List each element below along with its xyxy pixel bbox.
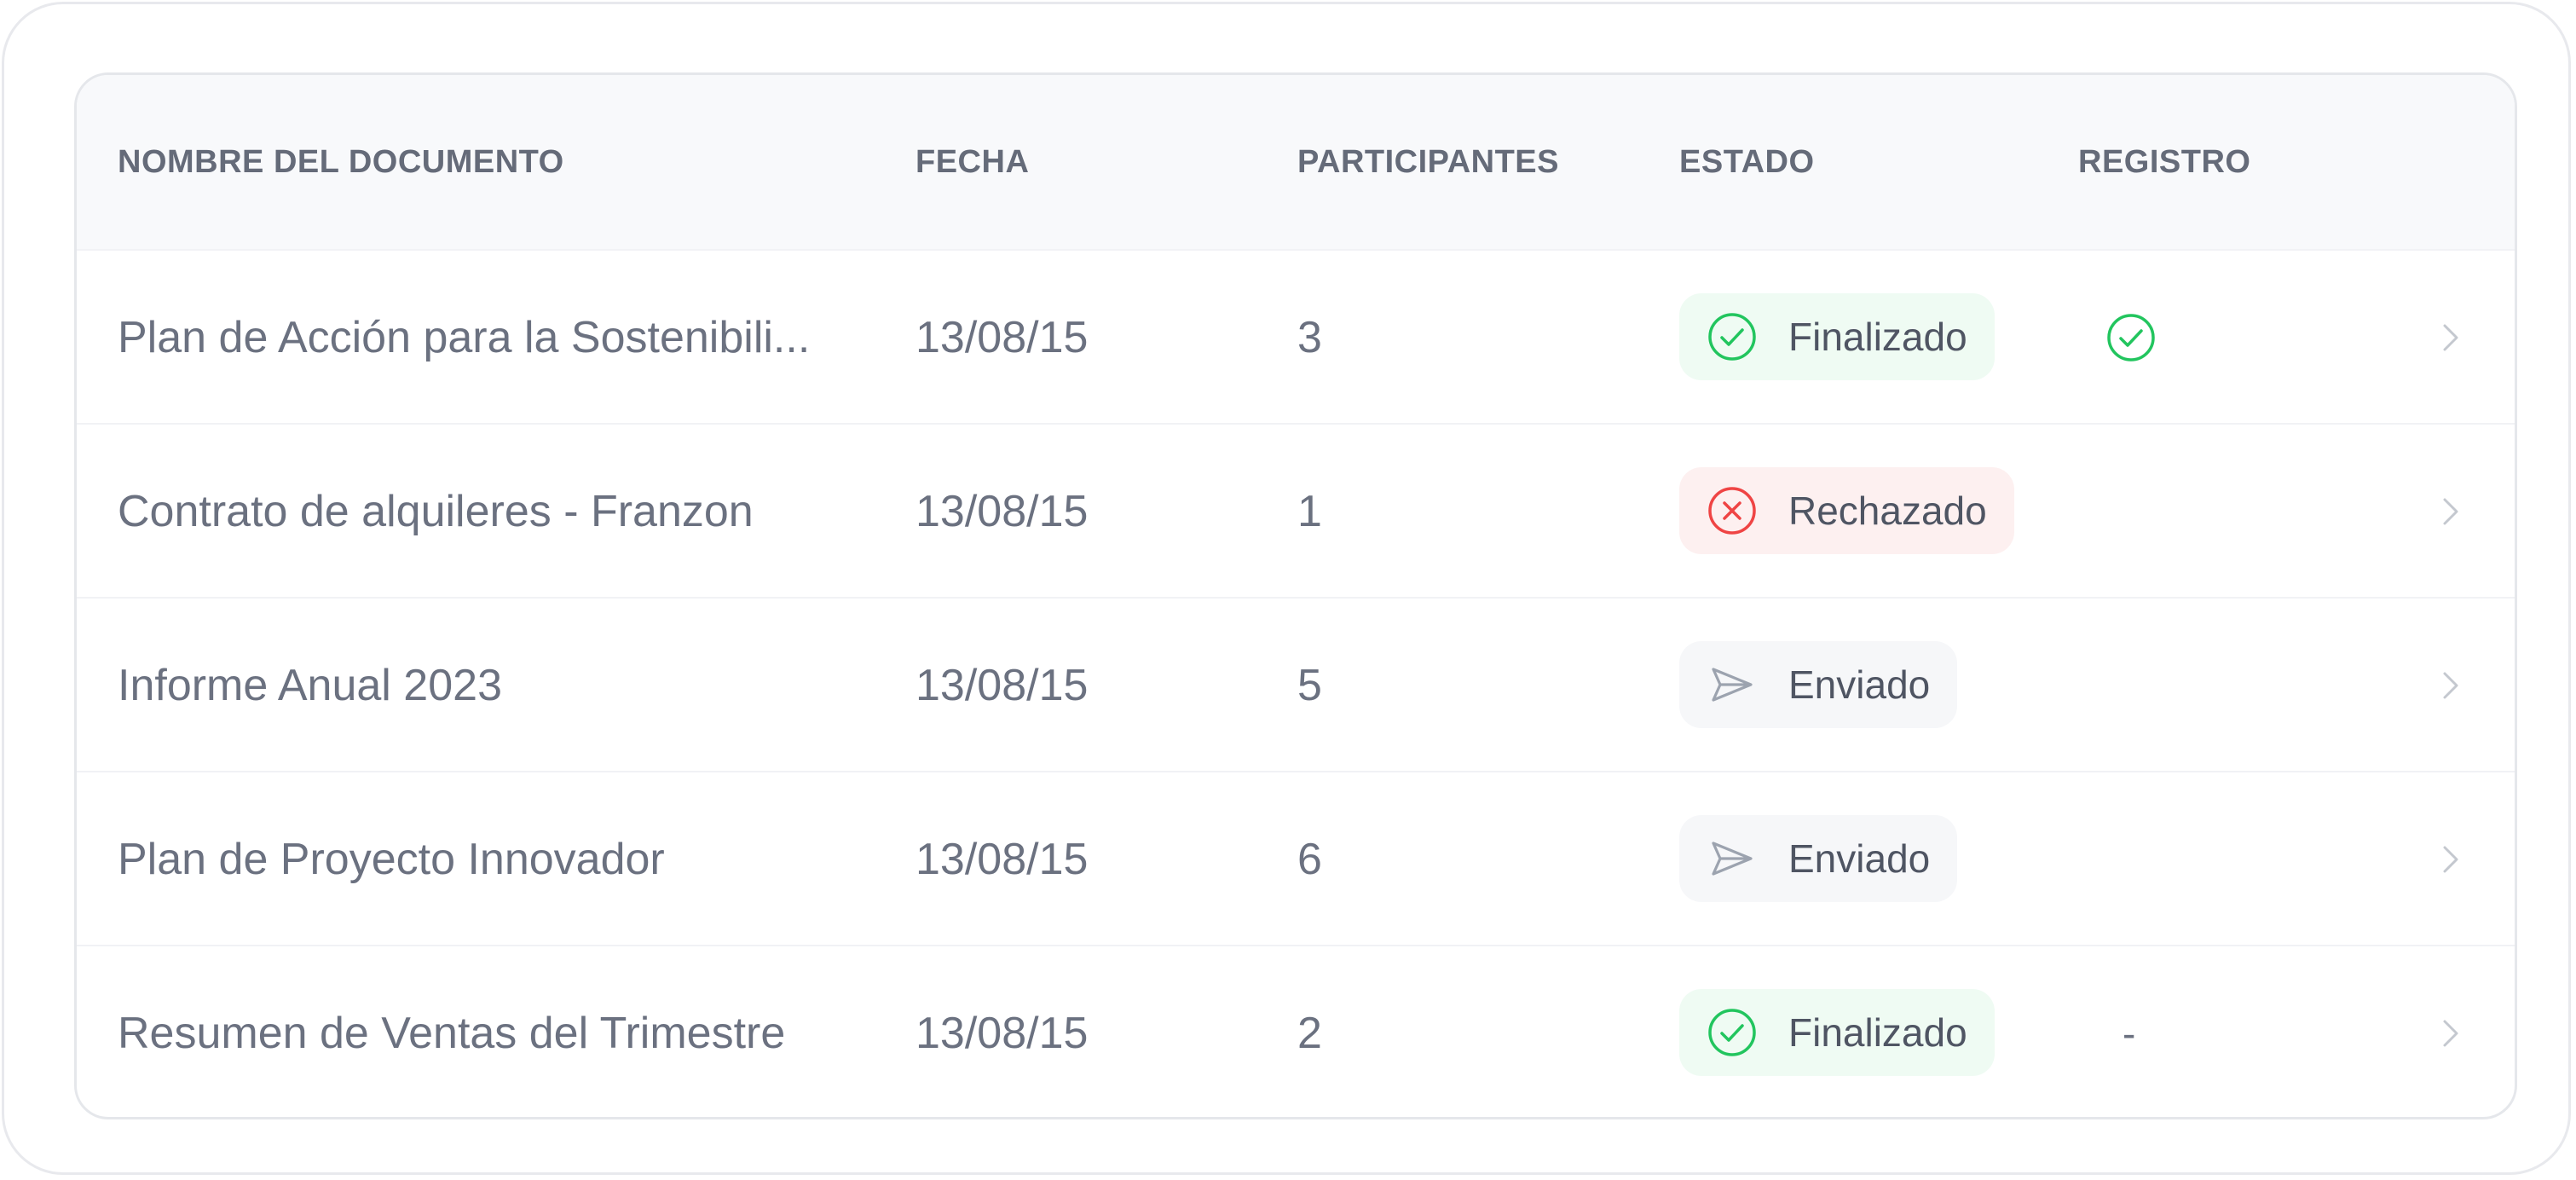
status-label: Rechazado [1788, 489, 1987, 533]
table-row[interactable]: Resumen de Ventas del Trimestre 13/08/15… [77, 945, 2515, 1117]
header-name[interactable]: NOMBRE DEL DOCUMENTO [118, 75, 564, 249]
document-date: 13/08/15 [915, 661, 1089, 710]
status-label: Finalizado [1788, 315, 1967, 359]
status-label: Enviado [1788, 662, 1931, 707]
table-header: NOMBRE DEL DOCUMENTO FECHA PARTICIPANTES… [77, 75, 2515, 249]
table-row[interactable]: Informe Anual 2023 13/08/15 5 Enviado [77, 597, 2515, 771]
header-participants[interactable]: PARTICIPANTES [1297, 75, 1559, 249]
documents-table: NOMBRE DEL DOCUMENTO FECHA PARTICIPANTES… [74, 72, 2517, 1119]
send-icon [1707, 833, 1758, 884]
status-badge: Finalizado [1679, 293, 1995, 380]
document-name: Resumen de Ventas del Trimestre [118, 1009, 786, 1058]
chevron-right-icon[interactable] [2429, 665, 2470, 706]
document-date: 13/08/15 [915, 313, 1089, 362]
registry-empty: - [2123, 1011, 2136, 1056]
table-row[interactable]: Plan de Acción para la Sostenibili... 13… [77, 249, 2515, 423]
status-badge: Rechazado [1679, 467, 2014, 554]
participants-count: 3 [1297, 313, 1322, 362]
chevron-right-icon[interactable] [2429, 491, 2470, 532]
table-row[interactable]: Plan de Proyecto Innovador 13/08/15 6 En… [77, 771, 2515, 945]
header-date[interactable]: FECHA [915, 75, 1029, 249]
document-date: 13/08/15 [915, 487, 1089, 536]
participants-count: 1 [1297, 487, 1322, 536]
status-badge: Enviado [1679, 815, 1958, 902]
header-registry[interactable]: REGISTRO [2078, 75, 2250, 249]
document-name: Plan de Proyecto Innovador [118, 835, 665, 884]
participants-count: 5 [1297, 661, 1322, 710]
registry-check-icon [2105, 312, 2157, 363]
x-circle-icon [1707, 485, 1758, 536]
send-icon [1707, 659, 1758, 710]
status-badge: Enviado [1679, 641, 1958, 728]
check-circle-icon [1707, 1007, 1758, 1058]
document-date: 13/08/15 [915, 835, 1089, 884]
window-frame: NOMBRE DEL DOCUMENTO FECHA PARTICIPANTES… [2, 2, 2571, 1175]
document-name: Contrato de alquileres - Franzon [118, 487, 754, 536]
participants-count: 6 [1297, 835, 1322, 884]
document-name: Informe Anual 2023 [118, 661, 502, 710]
document-date: 13/08/15 [915, 1009, 1089, 1058]
chevron-right-icon[interactable] [2429, 317, 2470, 358]
chevron-right-icon[interactable] [2429, 1013, 2470, 1054]
participants-count: 2 [1297, 1009, 1322, 1058]
check-circle-icon [1707, 311, 1758, 362]
status-badge: Finalizado [1679, 989, 1995, 1076]
header-status[interactable]: ESTADO [1679, 75, 1815, 249]
table-row[interactable]: Contrato de alquileres - Franzon 13/08/1… [77, 423, 2515, 597]
status-label: Finalizado [1788, 1010, 1967, 1055]
document-name: Plan de Acción para la Sostenibili... [118, 313, 811, 362]
chevron-right-icon[interactable] [2429, 839, 2470, 880]
status-label: Enviado [1788, 836, 1931, 881]
